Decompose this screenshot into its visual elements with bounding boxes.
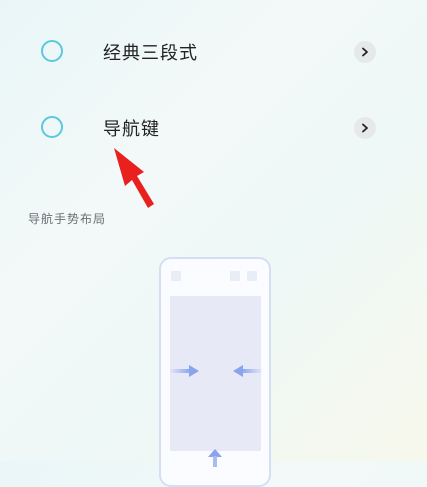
- option-label: 经典三段式: [103, 43, 198, 64]
- section-title: 导航手势布局: [28, 212, 107, 226]
- preview-placeholder: [171, 271, 181, 281]
- phone-preview: [159, 257, 271, 487]
- red-arrow-pointer-icon: [114, 148, 154, 208]
- radio-button[interactable]: [41, 116, 63, 138]
- swipe-right-arrow-icon: [169, 365, 199, 377]
- swipe-up-arrow-icon: [208, 449, 222, 467]
- chevron-right-icon[interactable]: [354, 117, 376, 139]
- option-navigation-keys[interactable]: 导航键: [0, 99, 427, 159]
- option-label: 导航键: [103, 119, 160, 140]
- preview-placeholder: [230, 271, 240, 281]
- swipe-left-arrow-icon: [233, 365, 263, 377]
- radio-button[interactable]: [41, 40, 63, 62]
- option-classic-three-button[interactable]: 经典三段式: [0, 23, 427, 83]
- preview-placeholder: [247, 271, 257, 281]
- settings-page: 经典三段式 导航键 导航手势布局: [0, 0, 427, 487]
- chevron-right-icon[interactable]: [354, 41, 376, 63]
